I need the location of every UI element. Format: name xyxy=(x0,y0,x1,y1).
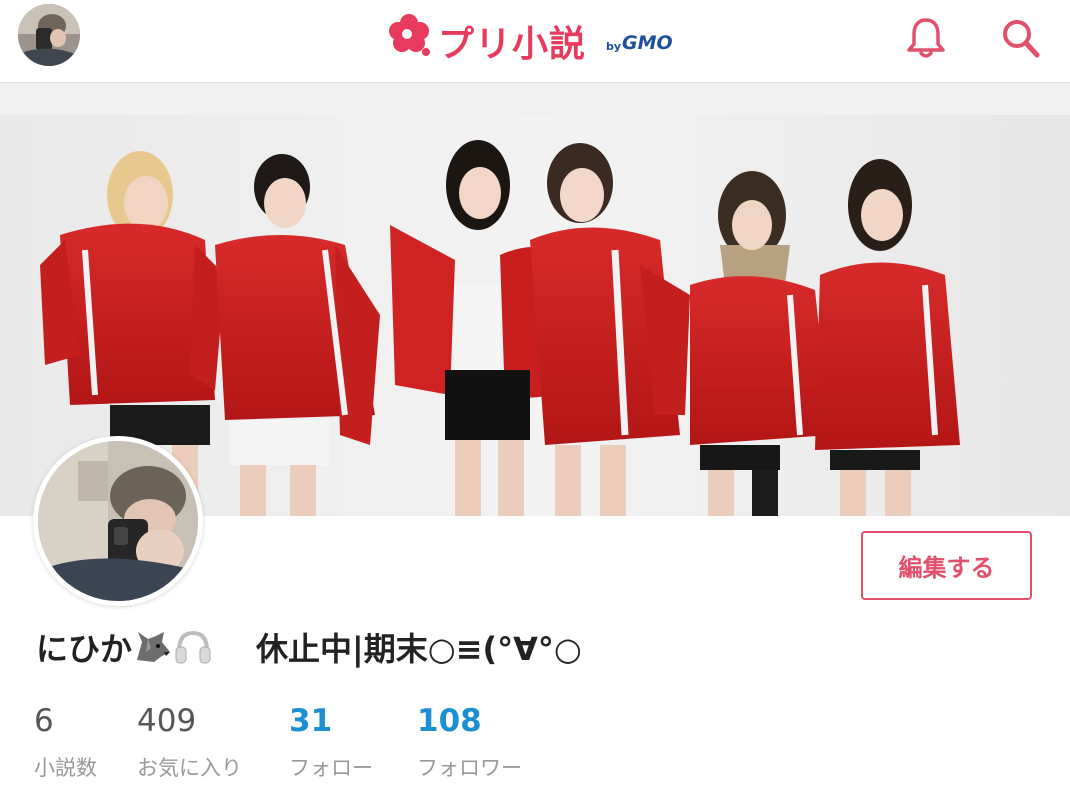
stat-followers-label: フォロワー xyxy=(417,756,522,780)
app-header: プリ小説 by GMO xyxy=(0,0,1070,83)
profile-stats: 6 小説数 409 お気に入り 31 フォロー 108 フォロワー xyxy=(0,700,1070,790)
logo-text: プリ小説 xyxy=(438,24,587,65)
profile-name-text: にひか xyxy=(36,630,133,668)
search-icon[interactable] xyxy=(1000,16,1040,60)
stat-following[interactable]: 31 フォロー xyxy=(289,700,373,782)
profile-status: 休止中|期末○≡(°∀°○ xyxy=(256,630,582,668)
flower-logo-icon xyxy=(389,14,430,56)
header-avatar[interactable] xyxy=(18,4,80,66)
profile-name: にひか 休止中|期末○≡(°∀°○ xyxy=(36,624,582,673)
stat-novels[interactable]: 6 小説数 xyxy=(34,700,97,782)
stat-followers-count: 108 xyxy=(417,703,482,739)
headphones-icon xyxy=(174,629,212,673)
stat-novels-label: 小説数 xyxy=(34,756,97,780)
stat-favorites[interactable]: 409 お気に入り xyxy=(137,700,242,782)
stat-favorites-label: お気に入り xyxy=(137,756,242,780)
app-logo[interactable]: プリ小説 by GMO xyxy=(386,10,696,66)
bell-icon[interactable] xyxy=(906,16,946,60)
stat-following-label: フォロー xyxy=(289,756,373,780)
wolf-icon xyxy=(134,630,172,672)
stat-favorites-count: 409 xyxy=(137,703,197,739)
stat-novels-count: 6 xyxy=(34,703,54,739)
header-spacer xyxy=(0,83,1070,115)
edit-profile-button[interactable]: 編集する xyxy=(861,531,1032,600)
stat-following-count: 31 xyxy=(289,703,333,739)
logo-by-text: by xyxy=(606,40,622,53)
profile-avatar[interactable] xyxy=(33,436,203,606)
logo-gmo-text: GMO xyxy=(622,32,673,54)
stat-followers[interactable]: 108 フォロワー xyxy=(417,700,522,782)
